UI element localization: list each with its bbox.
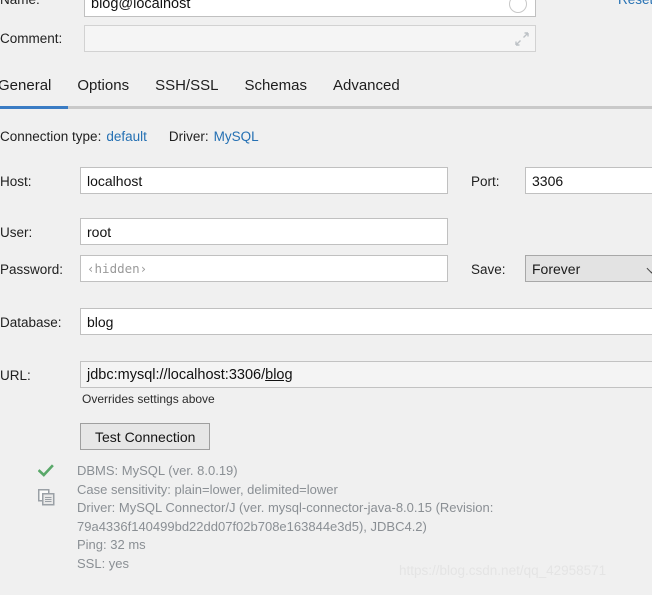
tab-underline-track — [0, 106, 652, 109]
tab-options[interactable]: Options — [77, 74, 143, 94]
watermark: https://blog.csdn.net/qq_42958571 — [399, 563, 607, 578]
status-line-case-sensitivity: Case sensitivity: plain=lower, delimited… — [77, 481, 338, 497]
status-line-driver: Driver: MySQL Connector/J (ver. mysql-co… — [77, 500, 494, 515]
port-input[interactable]: 3306 — [525, 167, 652, 194]
save-dropdown-value: Forever — [532, 260, 581, 277]
comment-label: Comment: — [0, 31, 63, 46]
save-dropdown[interactable]: Forever — [525, 255, 652, 282]
tab-advanced[interactable]: Advanced — [333, 74, 414, 94]
status-line-dbms: DBMS: MySQL (ver. 8.0.19) — [77, 463, 238, 478]
host-label: Host: — [0, 174, 32, 189]
test-connection-button[interactable]: Test Connection — [80, 423, 211, 450]
comment-input[interactable] — [84, 25, 536, 52]
driver-label: Driver: — [168, 129, 209, 144]
url-input[interactable]: jdbc:mysql://localhost:3306/blog — [80, 361, 652, 388]
driver-value[interactable]: MySQL — [214, 129, 259, 144]
circle-icon — [509, 0, 527, 13]
database-input[interactable]: blog — [80, 308, 652, 335]
save-label: Save: — [471, 262, 506, 277]
name-label: Name: — [0, 0, 40, 7]
url-prefix: jdbc:mysql://localhost:3306/ — [87, 366, 266, 383]
tab-schemas[interactable]: Schemas — [244, 74, 321, 94]
tab-active-indicator — [0, 106, 68, 109]
user-input[interactable]: root — [80, 218, 448, 245]
password-placeholder: ‹hidden› — [87, 261, 148, 276]
url-input-value: jdbc:mysql://localhost:3306/blog — [87, 367, 293, 383]
host-input[interactable]: localhost — [80, 167, 448, 194]
name-row: Name: — [0, 0, 40, 7]
connection-type-label: Connection type: — [0, 129, 102, 144]
expand-arrows-icon[interactable] — [515, 31, 529, 46]
port-label: Port: — [471, 174, 500, 189]
chevron-down-icon — [648, 264, 652, 274]
user-input-value: root — [87, 223, 112, 240]
tab-general[interactable]: General — [0, 74, 65, 94]
url-label: URL: — [0, 368, 31, 383]
url-database-segment: blog — [265, 366, 293, 383]
password-input[interactable]: ‹hidden› — [80, 255, 448, 282]
port-input-value: 3306 — [532, 172, 564, 189]
name-input[interactable]: blog@localhost — [84, 0, 536, 17]
connection-type-value[interactable]: default — [106, 129, 147, 144]
check-icon — [37, 464, 64, 481]
name-input-value: blog@localhost — [91, 0, 191, 12]
connection-info-line: Connection type: default Driver: MySQL — [0, 129, 259, 144]
status-line-ping: Ping: 32 ms — [77, 537, 146, 552]
url-hint: Overrides settings above — [82, 392, 215, 406]
tab-bar: General Options SSH/SSL Schemas Advanced — [0, 74, 652, 110]
copy-icon[interactable] — [38, 489, 64, 509]
database-label: Database: — [0, 315, 62, 330]
status-text: DBMS: MySQL (ver. 8.0.19) Case sensitivi… — [77, 462, 652, 573]
user-label: User: — [0, 225, 33, 240]
database-input-value: blog — [87, 313, 114, 330]
host-input-value: localhost — [87, 172, 143, 189]
status-line-driver-revision: 79a4336f140499bd22dd07f02b708e163844e3d5… — [77, 518, 427, 534]
status-icons — [37, 464, 64, 509]
password-label: Password: — [0, 262, 64, 277]
reset-link[interactable]: Reset — [618, 0, 652, 7]
tab-ssh-ssl[interactable]: SSH/SSL — [155, 74, 232, 94]
